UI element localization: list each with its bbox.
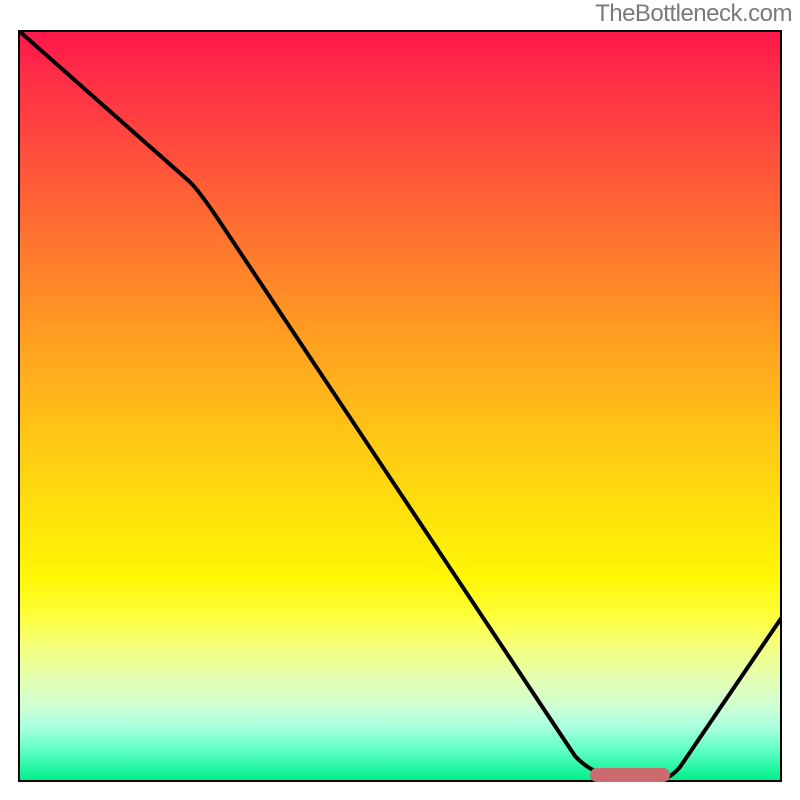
watermark-text: TheBottleneck.com (595, 0, 792, 28)
primary-curve (20, 32, 780, 779)
curve-layer (20, 32, 780, 780)
chart-container: TheBottleneck.com (0, 0, 800, 800)
minimum-marker (590, 768, 670, 782)
plot-frame (18, 30, 782, 782)
